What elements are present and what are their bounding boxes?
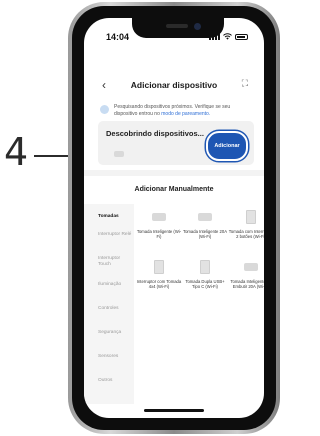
page-title: Adicionar dispositivo	[130, 80, 218, 90]
smart-plug-icon	[148, 208, 170, 226]
device-item[interactable]: Interruptor com Tomada 4x4 (Wi-Fi)	[136, 258, 182, 290]
scan-icon[interactable]: ⛶	[242, 78, 248, 89]
wifi-icon	[223, 33, 232, 40]
category-item[interactable]: Interruptor Touch	[98, 256, 132, 268]
device-label: Tomada Inteligente 20A (Wi-Fi)	[183, 229, 227, 240]
info-icon	[100, 105, 109, 114]
status-time: 14:04	[106, 32, 130, 42]
device-label: Interruptor com Tomada 4x4 (Wi-Fi)	[136, 279, 182, 290]
nav-bar: ‹ Adicionar dispositivo ⛶	[84, 76, 264, 96]
device-label: Tomada Inteligente de Embutir 20A (Wi-Fi…	[230, 279, 264, 290]
device-item[interactable]: Tomada Dupla USB+ Tipo C (Wi-Fi)	[182, 258, 228, 290]
pairing-mode-link[interactable]: modo de pareamento.	[161, 111, 210, 117]
category-item[interactable]: Iluminação	[98, 282, 121, 288]
category-item[interactable]: Segurança	[98, 330, 121, 336]
discover-card: Descobrindo dispositivos... Adicionar	[98, 121, 254, 165]
pairing-notice: Pesquisando dispositivos próximos. Verif…	[100, 104, 252, 118]
callout-number: 4	[4, 130, 29, 174]
home-indicator	[144, 409, 204, 412]
device-item[interactable]: Tomada com Interruptor 2 botões (Wi-Fi)	[228, 208, 264, 240]
usb-outlet-icon	[194, 258, 216, 276]
found-device-icon	[114, 151, 124, 157]
category-item[interactable]: Tomadas	[98, 214, 119, 220]
phone-bezel: 14:04 ‹ Adicionar dispositivo ⛶ Pesquisa…	[72, 6, 276, 430]
add-button[interactable]: Adicionar	[206, 131, 248, 161]
category-item[interactable]: Outros	[98, 378, 112, 384]
phone-screen: 14:04 ‹ Adicionar dispositivo ⛶ Pesquisa…	[84, 18, 264, 418]
manual-section-title: Adicionar Manualmente	[134, 186, 214, 193]
category-item[interactable]: Sensores	[98, 354, 118, 360]
device-item[interactable]: Tomada Inteligente 20A (Wi-Fi)	[182, 208, 228, 240]
phone-frame: 14:04 ‹ Adicionar dispositivo ⛶ Pesquisa…	[68, 2, 280, 434]
smart-plug-icon	[194, 208, 216, 226]
section-divider	[84, 170, 264, 176]
category-item[interactable]: Interruptor Relé	[98, 232, 132, 238]
device-item[interactable]: Tomada Inteligente (Wi-Fi)	[136, 208, 182, 240]
category-item[interactable]: Controles	[98, 306, 119, 312]
smart-plug-icon	[240, 258, 262, 276]
speaker	[166, 24, 188, 28]
front-camera	[194, 23, 201, 30]
device-label: Tomada Inteligente (Wi-Fi)	[136, 229, 182, 240]
discover-label: Descobrindo dispositivos...	[106, 129, 204, 138]
device-item[interactable]: Tomada Inteligente de Embutir 20A (Wi-Fi…	[228, 258, 264, 290]
battery-icon	[235, 33, 248, 40]
device-label: Tomada com Interruptor 2 botões (Wi-Fi)	[228, 229, 264, 240]
wall-outlet-icon	[148, 258, 170, 276]
category-sidebar: Tomadas Interruptor Relé Interruptor Tou…	[84, 204, 134, 404]
notch	[132, 18, 224, 38]
device-label: Tomada Dupla USB+ Tipo C (Wi-Fi)	[185, 279, 225, 290]
wall-switch-icon	[240, 208, 262, 226]
